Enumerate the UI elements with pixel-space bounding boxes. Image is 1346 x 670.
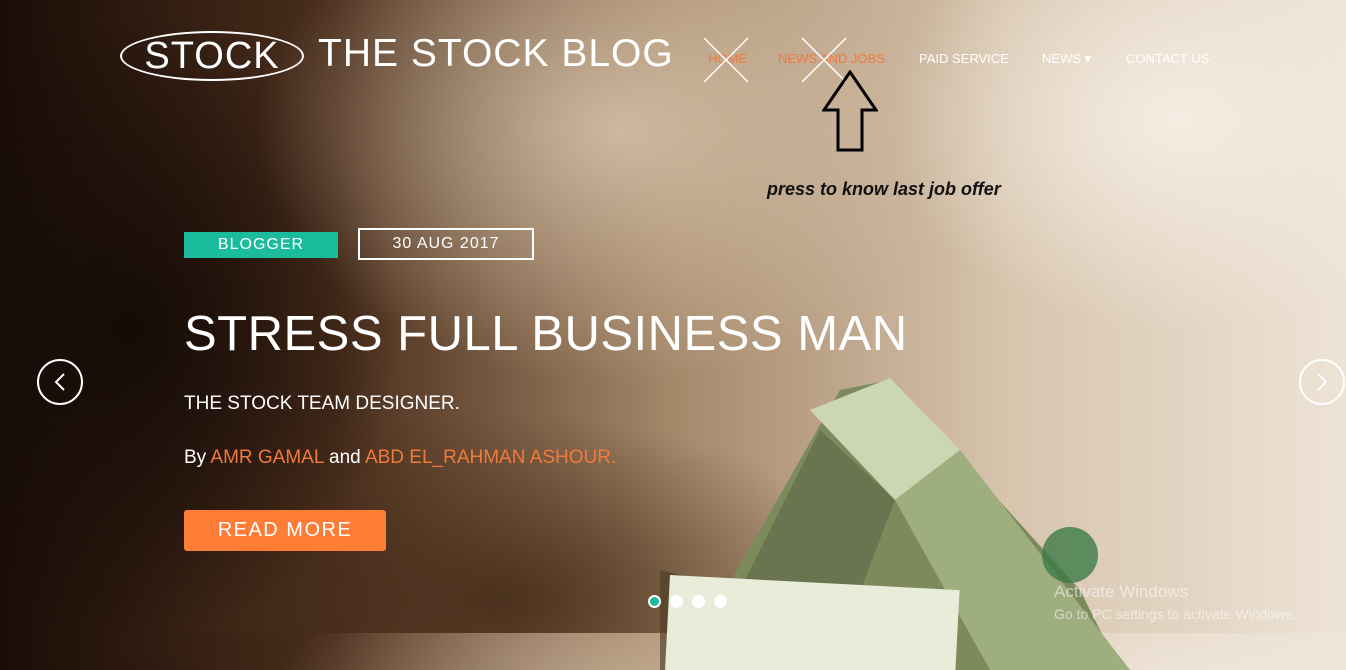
read-more-button[interactable]: READ MORE — [184, 510, 386, 551]
up-arrow-icon — [822, 70, 878, 152]
annotation-note: press to know last job offer — [767, 179, 1001, 199]
logo-text: STOCK — [144, 34, 280, 77]
nav-paid-service[interactable]: PAID SERVICE — [919, 51, 1009, 69]
byline: By AMR GAMAL and ABD EL_RAHMAN ASHOUR. — [184, 447, 616, 469]
nav-contact-us[interactable]: CONTACT US — [1126, 51, 1209, 69]
carousel-prev-button[interactable] — [37, 359, 83, 405]
logo[interactable]: STOCK — [120, 31, 304, 81]
hero-headline: STRESS FULL BUSINESS MAN — [184, 307, 908, 361]
activate-windows-hint: Go to PC settings to activate Windows. — [1054, 606, 1296, 622]
carousel-dot[interactable] — [692, 595, 705, 608]
carousel-dot[interactable] — [714, 595, 727, 608]
author-link[interactable]: AMR GAMAL — [210, 447, 323, 468]
carousel-dot[interactable] — [648, 595, 661, 608]
post-date: 30 AUG 2017 — [358, 228, 534, 260]
carousel-dot[interactable] — [670, 595, 683, 608]
byline-prefix: By — [184, 447, 211, 468]
author-link[interactable]: ABD EL_RAHMAN ASHOUR. — [365, 447, 616, 468]
carousel-next-button[interactable] — [1299, 359, 1345, 405]
chevron-left-icon — [54, 373, 65, 391]
carousel-indicators — [648, 595, 727, 608]
site-title[interactable]: THE STOCK BLOG — [318, 32, 674, 76]
category-badge[interactable]: BLOGGER — [184, 232, 338, 258]
byline-and: and — [323, 447, 365, 468]
chevron-right-icon — [1317, 373, 1328, 391]
hero-subtitle: THE STOCK TEAM DESIGNER. — [184, 393, 460, 414]
activate-windows-watermark: Activate Windows — [1054, 582, 1189, 601]
money-house-image — [660, 378, 1130, 670]
x-mark-icon — [703, 37, 749, 83]
nav-news-dropdown[interactable]: NEWS ▾ — [1042, 51, 1091, 69]
